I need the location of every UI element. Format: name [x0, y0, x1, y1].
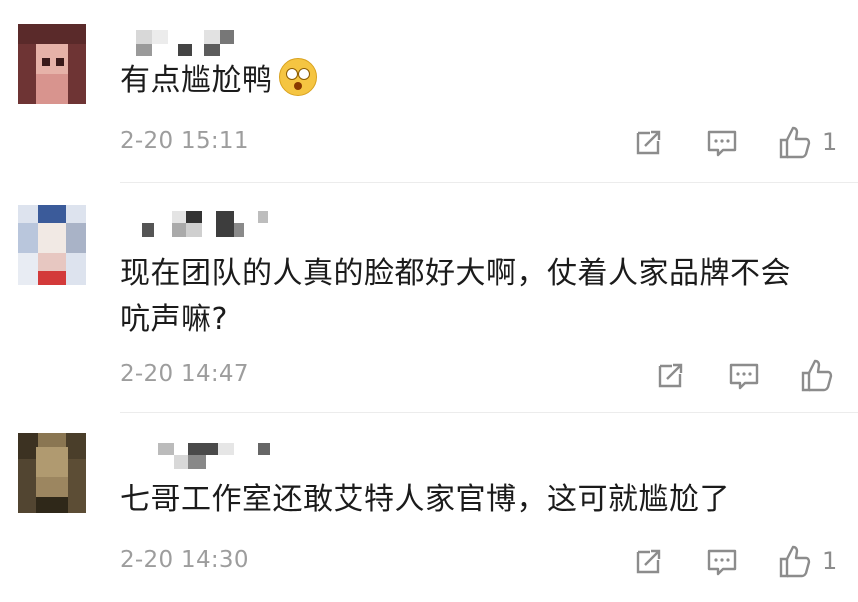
comment-item: 现在团队的人真的脸都好大啊，仗着人家品牌不会 吭声嘛? 2-20 14:47 [0, 183, 858, 413]
timestamp: 2-20 14:30 [120, 547, 249, 573]
thumbs-up-icon[interactable] [778, 543, 814, 583]
avatar[interactable] [18, 433, 86, 513]
astonished-face-emoji-icon [278, 58, 317, 96]
username-pixelated[interactable] [120, 443, 280, 469]
comment-item: 有点尴尬鸭 2-20 15:11 1 [0, 0, 858, 180]
like-count: 1 [822, 128, 838, 156]
like-count: 1 [822, 547, 838, 575]
share-icon[interactable] [656, 360, 686, 394]
timestamp: 2-20 15:11 [120, 128, 249, 154]
comment-text: 有点尴尬鸭 [120, 58, 838, 104]
share-icon[interactable] [634, 546, 664, 580]
comment-text: 七哥工作室还敢艾特人家官博，这可就尴尬了 [120, 477, 838, 523]
username-pixelated[interactable] [120, 30, 280, 56]
thumbs-up-icon[interactable] [778, 124, 814, 164]
comment-text-content: 七哥工作室还敢艾特人家官博，这可就尴尬了 [120, 482, 730, 517]
avatar[interactable] [18, 24, 86, 104]
comment-text-content: 有点尴尬鸭 [120, 63, 273, 98]
comment-text: 现在团队的人真的脸都好大啊，仗着人家品牌不会 吭声嘛? [120, 251, 838, 343]
comment-icon[interactable] [706, 546, 738, 582]
avatar[interactable] [18, 205, 86, 285]
comment-item: 七哥工作室还敢艾特人家官博，这可就尴尬了 2-20 14:30 1 [0, 413, 858, 602]
share-icon[interactable] [634, 127, 664, 161]
comment-icon[interactable] [728, 360, 760, 396]
comment-text-line-2: 吭声嘛? [120, 302, 228, 337]
username-pixelated[interactable] [120, 211, 280, 237]
comment-text-line-1: 现在团队的人真的脸都好大啊，仗着人家品牌不会 [120, 256, 791, 291]
comment-icon[interactable] [706, 127, 738, 163]
thumbs-up-icon[interactable] [800, 357, 836, 397]
timestamp: 2-20 14:47 [120, 361, 249, 387]
